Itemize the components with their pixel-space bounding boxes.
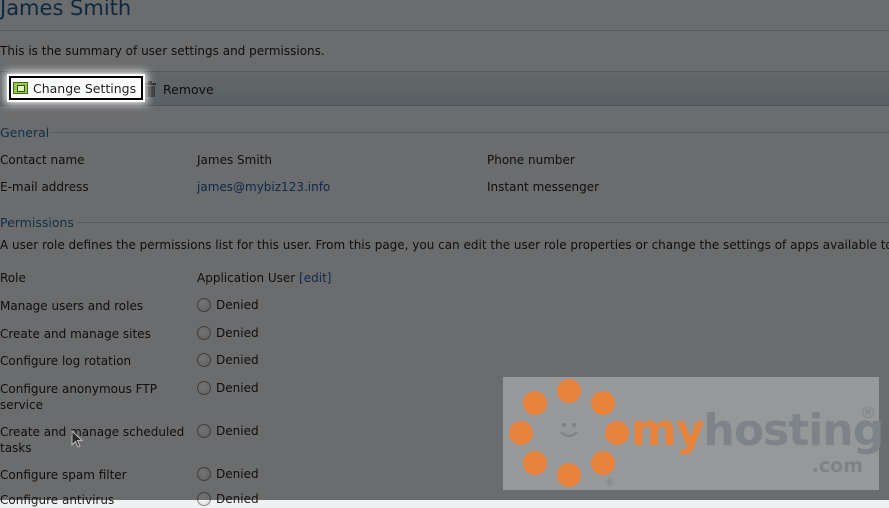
registered-mark: ®: [860, 403, 876, 422]
trash-icon: [144, 80, 156, 97]
permission-value: Denied: [197, 381, 259, 395]
permission-status: Denied: [216, 298, 259, 312]
section-permissions-divider: [76, 222, 889, 223]
permission-value: Denied: [197, 298, 259, 312]
email-link[interactable]: james@mybiz123.info: [197, 180, 330, 194]
email-label: E-mail address: [0, 180, 89, 194]
permission-label: Configure spam filter: [0, 468, 127, 482]
change-settings-label: Change Settings: [33, 80, 137, 96]
permission-status: Denied: [216, 424, 259, 438]
contact-name-label: Contact name: [0, 153, 85, 167]
title-divider: [0, 30, 889, 31]
section-permissions-heading: Permissions: [0, 215, 74, 230]
settings-icon: [13, 82, 28, 94]
denied-radio-icon: [197, 353, 211, 367]
remove-button[interactable]: Remove: [144, 80, 214, 98]
permission-value: Denied: [197, 467, 259, 481]
section-general-heading: General: [0, 125, 50, 140]
denied-radio-icon: [197, 492, 211, 506]
permission-label: Configure log rotation: [0, 354, 132, 368]
permission-status: Denied: [216, 492, 259, 506]
permission-value: Denied: [197, 326, 259, 340]
myhosting-watermark: myhosting .com ® ®: [503, 377, 884, 490]
phone-number-label: Phone number: [487, 153, 575, 167]
registered-mark: ®: [604, 476, 615, 489]
change-settings-button[interactable]: Change Settings: [9, 76, 144, 100]
role-value: Application User [edit]: [197, 271, 331, 285]
denied-radio-icon: [197, 298, 211, 312]
denied-radio-icon: [197, 424, 211, 438]
remove-button-label: Remove: [163, 81, 214, 97]
permission-value: Denied: [197, 353, 259, 367]
permission-label: Manage users and roles: [0, 299, 144, 313]
smiley-icon: [560, 422, 578, 438]
permission-status: Denied: [216, 353, 259, 367]
brand-domain: .com: [811, 455, 863, 477]
permission-status: Denied: [216, 467, 259, 481]
denied-radio-icon: [197, 467, 211, 481]
permission-label: Create and manage sites: [0, 327, 151, 341]
permissions-note: A user role defines the permissions list…: [0, 238, 889, 252]
role-label: Role: [0, 271, 26, 285]
permission-label: Create and manage scheduled tasks: [0, 425, 185, 455]
permission-label: Configure anonymous FTP service: [0, 382, 157, 412]
brand-wordmark: myhosting: [631, 405, 884, 456]
role-name: Application User: [197, 271, 296, 285]
edit-role-link[interactable]: [edit]: [299, 271, 331, 285]
page-summary: This is the summary of user settings and…: [0, 44, 325, 58]
mouse-cursor-icon: [71, 430, 83, 448]
permission-value: Denied: [197, 424, 259, 438]
section-general-divider: [51, 132, 889, 133]
denied-radio-icon: [197, 326, 211, 340]
contact-name-value: James Smith: [197, 153, 272, 167]
page-title: James Smith: [0, 0, 132, 20]
permission-value: Denied: [197, 492, 259, 506]
permission-label: Configure antivirus: [0, 493, 115, 507]
permission-status: Denied: [216, 326, 259, 340]
instant-messenger-label: Instant messenger: [487, 180, 600, 194]
denied-radio-icon: [197, 381, 211, 395]
permission-status: Denied: [216, 381, 259, 395]
